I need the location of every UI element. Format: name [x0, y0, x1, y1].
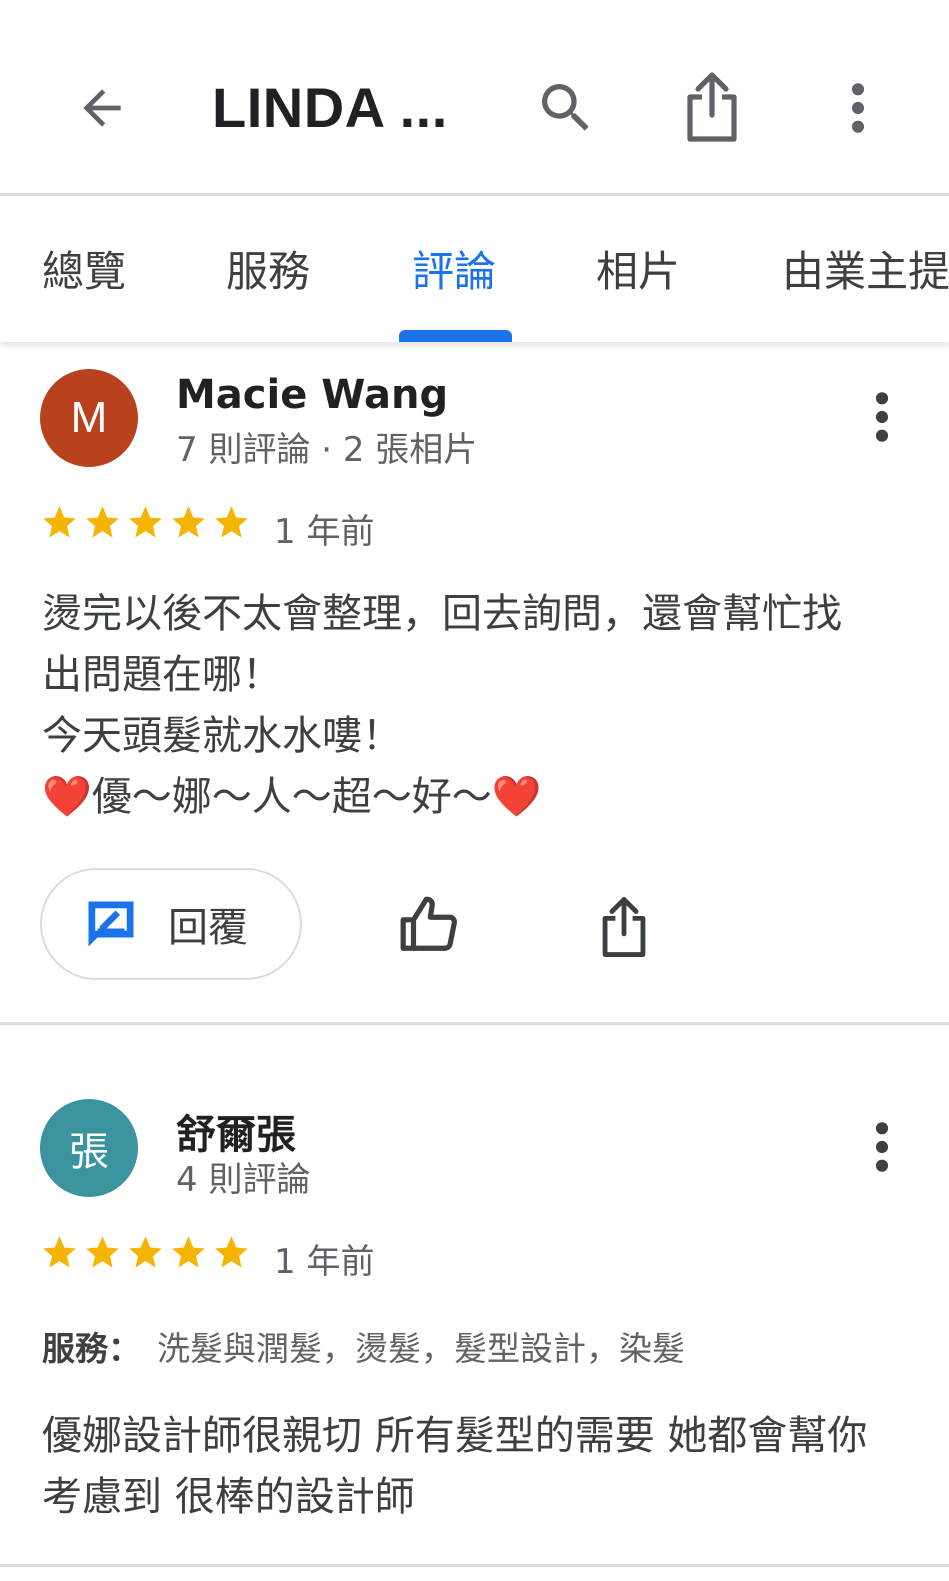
review-line: 今天頭髮就水水嘍！ — [42, 713, 402, 759]
star-icon — [43, 506, 76, 538]
star-icon — [172, 506, 205, 538]
star-icon — [86, 1236, 119, 1268]
review-time: 1 年前 — [274, 1242, 375, 1282]
avatar[interactable]: M — [40, 369, 138, 467]
tab-from-owner[interactable]: 由業主提 — [782, 242, 949, 302]
star-icon — [215, 506, 248, 538]
top-app-bar: LINDA ... — [0, 0, 949, 196]
reply-icon — [88, 901, 134, 947]
review-line: 優娜設計師很親切 所有髮型的需要 她都會幫你 — [42, 1413, 868, 1459]
star-icon — [43, 1236, 76, 1268]
heart-emoji: ❤️ — [491, 774, 542, 820]
service-value: 洗髮與潤髮，燙髮，髮型設計，染髮 — [157, 1329, 685, 1368]
search-icon[interactable] — [528, 70, 604, 146]
active-tab-indicator — [399, 330, 512, 342]
review-line-text: 優～娜～人～超～好～ — [91, 774, 492, 820]
star-rating — [40, 503, 251, 547]
tab-bar: 總覽 服務 評論 相片 由業主提 — [0, 196, 949, 342]
reviewer-meta: 7 則評論 · 2 張相片 — [176, 430, 478, 470]
avatar[interactable]: 張 — [40, 1099, 138, 1197]
tab-photos[interactable]: 相片 — [596, 242, 680, 302]
star-rating — [40, 1233, 251, 1277]
back-arrow-icon[interactable] — [62, 72, 142, 144]
more-vert-icon[interactable] — [862, 1117, 902, 1177]
reviewer-name[interactable]: Macie Wang — [176, 372, 448, 418]
star-icon — [129, 506, 162, 538]
service-label: 服務： — [42, 1329, 141, 1368]
review-line: ❤️優～娜～人～超～好～❤️ — [42, 767, 922, 828]
share-icon[interactable] — [676, 66, 748, 148]
reply-label: 回覆 — [168, 905, 248, 951]
more-vert-icon[interactable] — [836, 72, 880, 144]
tab-reviews[interactable]: 評論 — [412, 242, 496, 302]
thumb-up-icon[interactable] — [398, 894, 460, 956]
reply-button[interactable]: 回覆 — [40, 868, 302, 980]
tab-services[interactable]: 服務 — [226, 242, 310, 302]
reviewer-meta: 4 則評論 — [176, 1160, 311, 1200]
share-icon[interactable] — [598, 896, 650, 958]
review-line: 燙完以後不太會整理，回去詢問，還會幫忙找 — [42, 591, 842, 637]
star-icon — [86, 506, 119, 538]
review-line: 出問題在哪！ — [42, 652, 282, 698]
review-text: 優娜設計師很親切 所有髮型的需要 她都會幫你 考慮到 很棒的設計師 — [42, 1406, 922, 1528]
divider — [0, 1564, 949, 1567]
review-text: 燙完以後不太會整理，回去詢問，還會幫忙找 出問題在哪！ 今天頭髮就水水嘍！ ❤️… — [42, 584, 922, 828]
page-title: LINDA ... — [212, 76, 448, 139]
divider — [0, 1022, 949, 1025]
more-vert-icon[interactable] — [862, 387, 902, 447]
star-icon — [215, 1236, 248, 1268]
reviews-page: LINDA ... 總覽 服務 評論 相片 由業主提 M Macie Wang … — [0, 0, 949, 1581]
heart-emoji: ❤️ — [42, 774, 92, 820]
tab-overview[interactable]: 總覽 — [42, 242, 126, 302]
service-line: 服務： 洗髮與潤髮，燙髮，髮型設計，染髮 — [42, 1322, 685, 1370]
review-time: 1 年前 — [274, 512, 375, 552]
review-line: 考慮到 很棒的設計師 — [42, 1474, 415, 1520]
star-icon — [129, 1236, 162, 1268]
star-icon — [172, 1236, 205, 1268]
